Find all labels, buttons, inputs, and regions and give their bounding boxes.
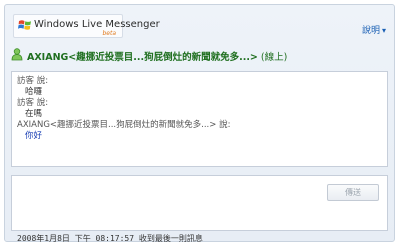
message-item: 訪客 說: 在嗎	[17, 98, 382, 120]
messenger-window: Windows Live Messenger beta 說明 ▾ AXIANG<趣…	[4, 4, 395, 243]
help-menu-button[interactable]: 說明 ▾	[362, 23, 386, 36]
message-item: 訪客 說: 哈囉	[17, 76, 382, 98]
logo-beta-badge: beta	[102, 30, 116, 37]
message-text: 在嗎	[25, 109, 43, 119]
windows-live-logo: Windows Live Messenger beta	[13, 14, 160, 38]
buddy-online-icon	[11, 48, 23, 61]
contact-name: AXIANG<趣挪近投票目...狗屁倒灶的新聞就免多...> (線上)	[27, 49, 287, 63]
message-sender: AXIANG<趣挪近投票目...狗屁倒灶的新聞就免多...> 說:	[17, 120, 231, 130]
chevron-down-icon: ▾	[381, 26, 386, 35]
message-text: 你好	[25, 131, 43, 141]
message-sender: 訪客 說:	[17, 76, 49, 86]
message-item: AXIANG<趣挪近投票目...狗屁倒灶的新聞就免多...> 說: 你好	[17, 120, 382, 142]
logo-text: Windows Live Messenger	[34, 19, 160, 30]
message-sender: 訪客 說:	[17, 98, 49, 108]
send-button[interactable]: 傳送	[327, 184, 379, 201]
message-history[interactable]: 訪客 說: 哈囉 訪客 說: 在嗎 AXIANG<趣挪近投票目...狗屁倒灶的新…	[11, 71, 388, 167]
help-label: 說明	[361, 26, 380, 36]
compose-area[interactable]: 傳送	[11, 175, 388, 231]
conversation-title-bar: AXIANG<趣挪近投票目...狗屁倒灶的新聞就免多...> (線上)	[11, 47, 388, 63]
contact-status: (線上)	[260, 52, 288, 63]
windows-flag-icon	[18, 20, 31, 30]
contact-display-name: AXIANG<趣挪近投票目...狗屁倒灶的新聞就免多...>	[27, 52, 258, 63]
last-message-status: 2008年1月8日 下午 08:17:57 收到最後一則訊息	[17, 234, 203, 243]
message-text: 哈囉	[25, 87, 43, 97]
top-bar: Windows Live Messenger beta 說明 ▾	[5, 5, 394, 41]
